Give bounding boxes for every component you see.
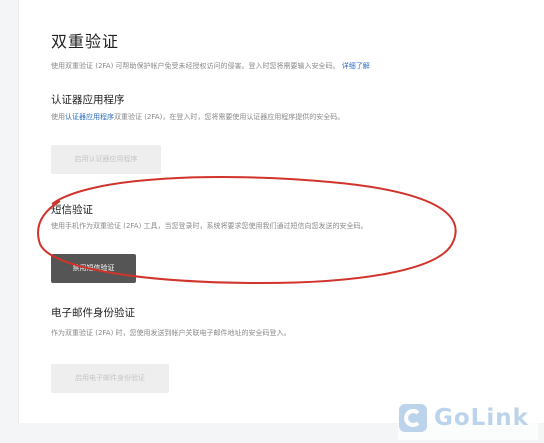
authenticator-desc-suffix: 双重验证 (2FA)，在登入时，您将需要使用认证器应用程序提供的安全码。 [114, 113, 345, 121]
enable-authenticator-button[interactable]: 启用认证器应用程序 [51, 145, 161, 174]
golink-logo-icon [399, 404, 427, 432]
learn-more-link[interactable]: 详细了解 [342, 62, 370, 70]
sms-description: 使用手机作为双重验证 (2FA) 工具，当您登录时，系统将要求您使用我们通过短信… [51, 222, 368, 230]
authenticator-section-title: 认证器应用程序 [51, 94, 125, 106]
page-title: 双重验证 [51, 32, 120, 51]
authenticator-app-link[interactable]: 认证器应用程序 [65, 113, 114, 121]
authenticator-desc-prefix: 使用 [51, 113, 65, 121]
email-section-title: 电子邮件身份验证 [51, 307, 135, 319]
golink-watermark-text: GoLink [434, 405, 529, 431]
page-description-text: 使用双重验证 (2FA) 可帮助保护帐户免受未经授权访问的侵害。登入时您将需要输… [51, 62, 340, 70]
sms-section-title: 短信验证 [51, 204, 93, 216]
authenticator-description: 使用认证器应用程序双重验证 (2FA)，在登入时，您将需要使用认证器应用程序提供… [51, 112, 344, 122]
golink-watermark: GoLink [398, 396, 538, 440]
email-description: 作为双重验证 (2FA) 时，您使用发送到帐户关联电子邮件地址的安全码登入。 [51, 329, 291, 337]
page-description: 使用双重验证 (2FA) 可帮助保护帐户免受未经授权访问的侵害。登入时您将需要输… [51, 61, 370, 71]
disable-sms-button[interactable]: 禁用短信验证 [51, 254, 136, 283]
enable-email-auth-button[interactable]: 启用电子邮件身份验证 [51, 364, 169, 393]
